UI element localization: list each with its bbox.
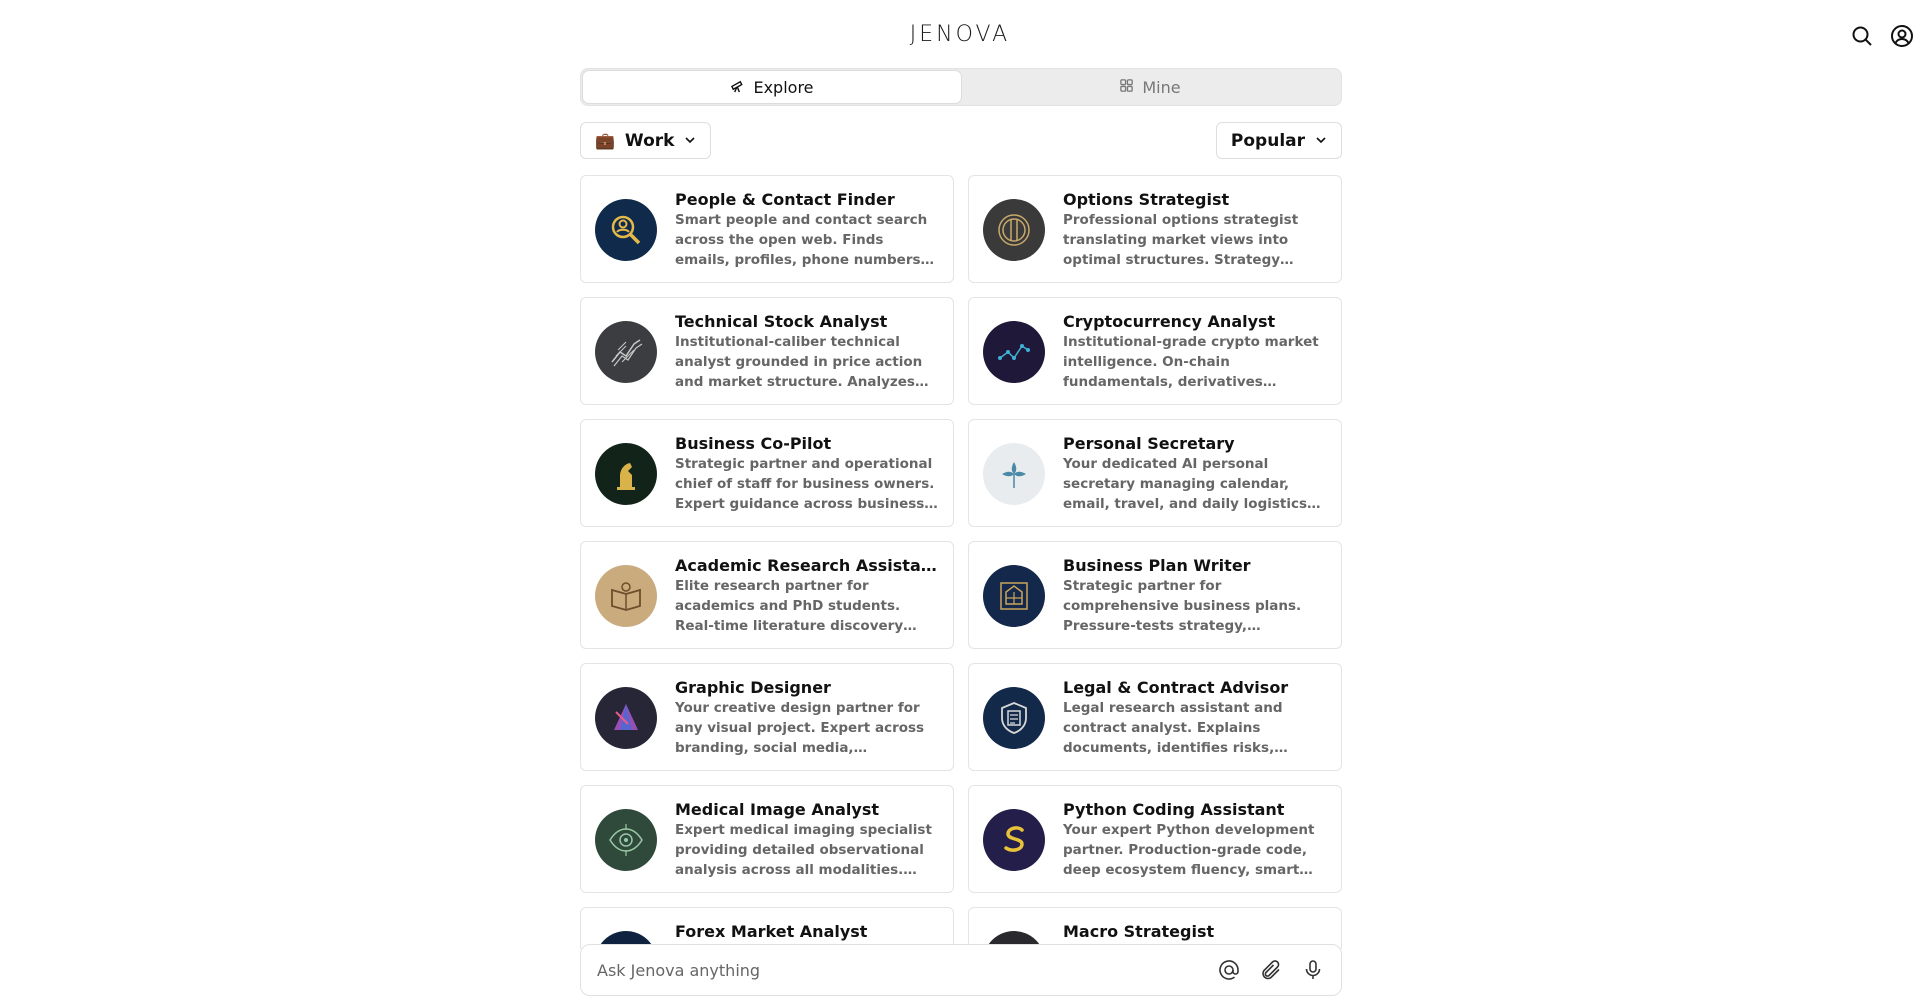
shield-document-icon xyxy=(983,687,1045,749)
card-text: Personal Secretary Your dedicated AI per… xyxy=(1063,434,1327,514)
magnifier-person-icon xyxy=(595,199,657,261)
attach-icon[interactable] xyxy=(1259,958,1283,982)
card-title: Academic Research Assistant xyxy=(675,556,939,575)
tab-explore[interactable]: Explore xyxy=(583,71,961,103)
mention-icon[interactable] xyxy=(1217,958,1241,982)
card-title: Business Plan Writer xyxy=(1063,556,1251,575)
category-dropdown[interactable]: 💼 Work xyxy=(580,122,712,159)
chevron-down-icon xyxy=(684,131,696,151)
search-icon[interactable] xyxy=(1850,24,1874,48)
card-text: Business Plan Writer Strategic partner f… xyxy=(1063,556,1327,636)
category-label: Work xyxy=(624,130,675,151)
card-description: Smart people and contact search across t… xyxy=(675,212,928,268)
card-description: Your creative design partner for any vis… xyxy=(675,700,925,756)
tab-mine-label: Mine xyxy=(1142,77,1181,97)
card-text: Forex Market Analyst xyxy=(675,922,939,942)
briefcase-icon: 💼 xyxy=(595,131,615,150)
assistant-card[interactable]: Cryptocurrency Analyst Institutional-gra… xyxy=(968,297,1342,405)
chevron-down-icon xyxy=(1315,131,1327,151)
card-description: Institutional-caliber technical analyst … xyxy=(675,334,929,390)
card-text: Medical Image Analyst Expert medical ima… xyxy=(675,800,939,880)
card-description: Strategic partner for comprehensive busi… xyxy=(1063,578,1302,634)
card-text: Cryptocurrency Analyst Institutional-gra… xyxy=(1063,312,1327,392)
card-title: Macro Strategist xyxy=(1063,922,1215,941)
card-title: Cryptocurrency Analyst xyxy=(1063,312,1276,331)
assistant-card[interactable]: Business Co-Pilot Strategic partner and … xyxy=(580,419,954,527)
concentric-rings-icon xyxy=(983,199,1045,261)
brand-logo[interactable]: JENOVA xyxy=(0,22,1920,47)
top-bar: JENOVA xyxy=(0,0,1920,72)
card-description: Strategic partner and operational chief … xyxy=(675,456,938,512)
account-icon[interactable] xyxy=(1890,24,1914,48)
card-title: People & Contact Finder xyxy=(675,190,895,209)
assistant-card[interactable]: Graphic Designer Your creative design pa… xyxy=(580,663,954,771)
view-switcher: Explore Mine xyxy=(580,68,1342,106)
tab-explore-label: Explore xyxy=(753,77,814,97)
assistant-card[interactable]: Python Coding Assistant Your expert Pyth… xyxy=(968,785,1342,893)
sort-dropdown[interactable]: Popular xyxy=(1215,122,1342,159)
card-title: Python Coding Assistant xyxy=(1063,800,1285,819)
assistant-card[interactable]: People & Contact Finder Smart people and… xyxy=(580,175,954,283)
card-text: Academic Research Assistant Elite resear… xyxy=(675,556,939,636)
filters-row: 💼 Work Popular xyxy=(580,122,1342,159)
assistant-card[interactable]: Forex Market Analyst xyxy=(580,907,954,949)
chart-lines-icon xyxy=(595,321,657,383)
sort-label: Popular xyxy=(1230,130,1305,151)
assistant-card[interactable]: Medical Image Analyst Expert medical ima… xyxy=(580,785,954,893)
card-text: Legal & Contract Advisor Legal research … xyxy=(1063,678,1327,758)
composer xyxy=(580,944,1342,996)
card-description: Professional options strategist translat… xyxy=(1063,212,1299,268)
snake-icon xyxy=(983,809,1045,871)
card-title: Graphic Designer xyxy=(675,678,831,697)
card-title: Legal & Contract Advisor xyxy=(1063,678,1289,697)
grid-icon xyxy=(1119,78,1134,97)
assistant-card[interactable]: Academic Research Assistant Elite resear… xyxy=(580,541,954,649)
card-text: Graphic Designer Your creative design pa… xyxy=(675,678,939,758)
card-text: Technical Stock Analyst Institutional-ca… xyxy=(675,312,939,392)
telescope-icon xyxy=(730,78,745,97)
assistant-card[interactable]: Personal Secretary Your dedicated AI per… xyxy=(968,419,1342,527)
card-description: Your expert Python development partner. … xyxy=(1063,822,1315,878)
assistant-card[interactable]: Legal & Contract Advisor Legal research … xyxy=(968,663,1342,771)
top-icons xyxy=(1850,24,1914,48)
card-title: Business Co-Pilot xyxy=(675,434,832,453)
card-title: Technical Stock Analyst xyxy=(675,312,888,331)
card-title: Forex Market Analyst xyxy=(675,922,868,941)
eye-scan-icon xyxy=(595,809,657,871)
blueprint-icon xyxy=(983,565,1045,627)
assistant-grid: People & Contact Finder Smart people and… xyxy=(580,175,1342,949)
assistant-card[interactable]: Macro Strategist xyxy=(968,907,1342,949)
prism-icon xyxy=(595,687,657,749)
card-text: Business Co-Pilot Strategic partner and … xyxy=(675,434,939,514)
card-description: Institutional-grade crypto market intell… xyxy=(1063,334,1319,390)
card-text: Options Strategist Professional options … xyxy=(1063,190,1327,270)
card-description: Elite research partner for academics and… xyxy=(675,578,904,634)
tab-mine[interactable]: Mine xyxy=(961,71,1339,103)
open-book-icon xyxy=(595,565,657,627)
quill-flower-icon xyxy=(983,443,1045,505)
card-title: Options Strategist xyxy=(1063,190,1230,209)
card-description: Your dedicated AI personal secretary man… xyxy=(1063,456,1321,512)
card-text: People & Contact Finder Smart people and… xyxy=(675,190,939,270)
card-description: Legal research assistant and contract an… xyxy=(1063,700,1283,756)
card-text: Macro Strategist xyxy=(1063,922,1327,942)
card-text: Python Coding Assistant Your expert Pyth… xyxy=(1063,800,1327,880)
main-container: Explore Mine 💼 Work Popular People & Con… xyxy=(580,68,1342,949)
card-title: Personal Secretary xyxy=(1063,434,1235,453)
assistant-card[interactable]: Options Strategist Professional options … xyxy=(968,175,1342,283)
network-nodes-icon xyxy=(983,321,1045,383)
knight-icon xyxy=(595,443,657,505)
card-title: Medical Image Analyst xyxy=(675,800,879,819)
microphone-icon[interactable] xyxy=(1301,958,1325,982)
ask-input[interactable] xyxy=(597,960,1217,980)
composer-actions xyxy=(1217,958,1325,982)
assistant-card[interactable]: Business Plan Writer Strategic partner f… xyxy=(968,541,1342,649)
assistant-card[interactable]: Technical Stock Analyst Institutional-ca… xyxy=(580,297,954,405)
card-description: Expert medical imaging specialist provid… xyxy=(675,822,932,878)
